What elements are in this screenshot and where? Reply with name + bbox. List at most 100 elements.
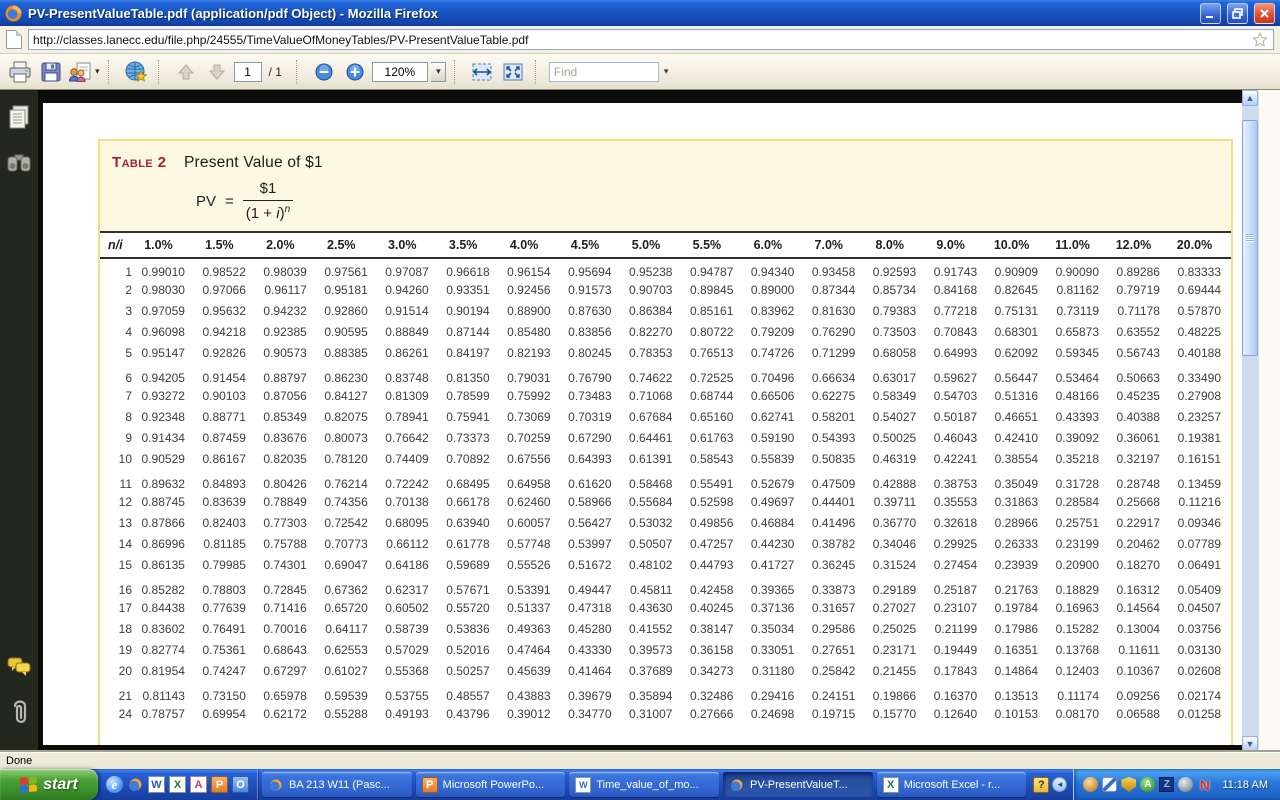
scrollbar-track[interactable]: [1242, 106, 1258, 736]
title-bar[interactable]: PV-PresentValueTable.pdf (application/pd…: [0, 0, 1280, 26]
pv-value-cell: 0.65873: [1048, 321, 1109, 342]
internet-explorer-quicklaunch-icon[interactable]: [106, 776, 123, 793]
pv-value-cell: 0.95694: [561, 258, 622, 279]
taskbar-task-button[interactable]: Microsoft PowerPo...: [416, 772, 566, 797]
save-button[interactable]: [37, 58, 65, 86]
previous-page-button[interactable]: [172, 58, 200, 86]
comments-panel-icon[interactable]: [6, 654, 32, 680]
zoom-in-button[interactable]: [341, 58, 369, 86]
window-title: PV-PresentValueTable.pdf (application/pd…: [28, 6, 1194, 21]
pv-value-cell: 0.84197: [439, 342, 500, 363]
pv-value-cell: 0.35049: [987, 469, 1048, 491]
find-dropdown-arrow[interactable]: ▾: [664, 66, 669, 77]
review-comment-button[interactable]: [122, 58, 150, 86]
pv-value-cell: 0.73373: [439, 427, 500, 448]
zoom-dropdown-button[interactable]: ▾: [431, 62, 446, 82]
agent-tray-icon[interactable]: [1083, 777, 1098, 792]
taskbar-task-button[interactable]: PV-PresentValueT...: [723, 772, 873, 797]
hide-icons-chevron[interactable]: ◂: [1052, 777, 1067, 792]
fit-page-button[interactable]: [499, 58, 527, 86]
pv-value-cell: 0.84438: [134, 597, 195, 618]
url-text[interactable]: http://classes.lanecc.edu/file.php/24555…: [33, 33, 1247, 47]
pv-value-cell: 0.42458: [682, 575, 743, 597]
firefox-quicklaunch-icon[interactable]: [127, 776, 144, 793]
pv-value-cell: 0.28966: [987, 512, 1048, 533]
pv-value-cell: 0.34273: [682, 660, 743, 681]
pv-value-cell: 0.99010: [134, 258, 195, 279]
pv-value-cell: 0.53755: [378, 681, 439, 703]
pv-value-cell: 0.70138: [378, 491, 439, 512]
bookmark-star-icon[interactable]: [1251, 31, 1269, 49]
zoom-out-button[interactable]: [310, 58, 338, 86]
pv-value-cell: 0.87344: [804, 279, 865, 300]
green-a-tray-icon[interactable]: [1140, 777, 1155, 792]
pv-value-cell: 0.97087: [378, 258, 439, 279]
powerpoint-quicklaunch-icon[interactable]: [211, 776, 228, 793]
word-quicklaunch-icon[interactable]: [148, 776, 165, 793]
search-binoculars-icon[interactable]: [6, 150, 32, 176]
windows-flag-icon: [20, 776, 37, 793]
pv-value-cell: 0.66634: [804, 363, 865, 385]
mcafee-shield-tray-icon[interactable]: [1121, 777, 1136, 792]
pv-value-cell: 0.05409: [1170, 575, 1231, 597]
pv-value-cell: 0.67684: [622, 406, 683, 427]
pages-panel-icon[interactable]: [6, 104, 32, 130]
novell-tray-icon[interactable]: [1197, 777, 1212, 792]
taskbar-task-button[interactable]: Microsoft Excel - r...: [877, 772, 1027, 797]
next-page-button[interactable]: [203, 58, 231, 86]
pv-period-cell: 8: [100, 406, 134, 427]
pv-period-cell: 12: [100, 491, 134, 512]
restore-button[interactable]: [1227, 3, 1248, 24]
pv-value-cell: 0.75992: [500, 385, 561, 406]
taskbar-task-button[interactable]: Time_value_of_mo...: [569, 772, 719, 797]
attachments-paperclip-icon[interactable]: [6, 700, 32, 726]
pv-value-cell: 0.67290: [561, 427, 622, 448]
page-number-input[interactable]: [234, 62, 262, 82]
pv-value-cell: 0.94340: [743, 258, 804, 279]
z-tray-icon[interactable]: [1159, 777, 1174, 792]
taskbar-buttons: BA 213 W11 (Pasc... Microsoft PowerPo...T…: [258, 769, 1030, 800]
vertical-scrollbar[interactable]: ▲ ▼: [1242, 90, 1258, 752]
pv-value-cell: 0.31863: [987, 491, 1048, 512]
access-quicklaunch-icon[interactable]: [190, 776, 207, 793]
pv-value-cell: 0.58966: [561, 491, 622, 512]
email-collaborate-button[interactable]: ▾: [68, 58, 100, 86]
pv-value-cell: 0.96154: [500, 258, 561, 279]
pv-value-cell: 0.47509: [804, 469, 865, 491]
pv-value-cell: 0.36061: [1109, 427, 1170, 448]
pv-value-cell: 0.74356: [317, 491, 378, 512]
start-button[interactable]: start: [0, 769, 98, 800]
scrollbar-thumb[interactable]: [1242, 120, 1258, 356]
pv-value-cell: 0.19715: [804, 703, 865, 724]
pv-value-cell: 0.86230: [317, 363, 378, 385]
pv-value-cell: 0.59627: [926, 363, 987, 385]
pv-value-cell: 0.70319: [561, 406, 622, 427]
outlook-quicklaunch-icon[interactable]: [232, 776, 249, 793]
pv-period-cell: 5: [100, 342, 134, 363]
find-input[interactable]: [549, 62, 659, 82]
excel-quicklaunch-icon[interactable]: [169, 776, 186, 793]
url-field[interactable]: http://classes.lanecc.edu/file.php/24555…: [28, 29, 1274, 50]
scroll-down-button[interactable]: ▼: [1242, 736, 1258, 752]
scroll-up-button[interactable]: ▲: [1242, 90, 1258, 106]
taskbar-task-button[interactable]: BA 213 W11 (Pasc...: [262, 772, 412, 797]
pv-value-cell: 0.31524: [865, 554, 926, 575]
task-label: BA 213 W11 (Pasc...: [289, 779, 390, 791]
minimize-button[interactable]: [1200, 3, 1221, 24]
pv-value-cell: 0.12640: [926, 703, 987, 724]
collaborate-dropdown-arrow[interactable]: ▾: [95, 66, 100, 77]
pv-value-cell: 0.89000: [743, 279, 804, 300]
notification-chip[interactable]: ?: [1033, 777, 1049, 793]
messenger-tray-icon[interactable]: [1102, 777, 1117, 792]
pv-value-cell: 0.90909: [987, 258, 1048, 279]
updates-tray-icon[interactable]: [1178, 777, 1193, 792]
close-button[interactable]: [1254, 3, 1275, 24]
pv-value-cell: 0.46319: [865, 448, 926, 469]
pv-value-cell: 0.71068: [622, 385, 683, 406]
pv-value-cell: 0.85349: [256, 406, 317, 427]
tray-clock: 11:18 AM: [1222, 779, 1268, 791]
zoom-level-value[interactable]: 120%: [372, 62, 428, 82]
print-button[interactable]: [6, 58, 34, 86]
pv-value-cell: 0.97066: [195, 279, 256, 300]
fit-width-button[interactable]: [468, 58, 496, 86]
